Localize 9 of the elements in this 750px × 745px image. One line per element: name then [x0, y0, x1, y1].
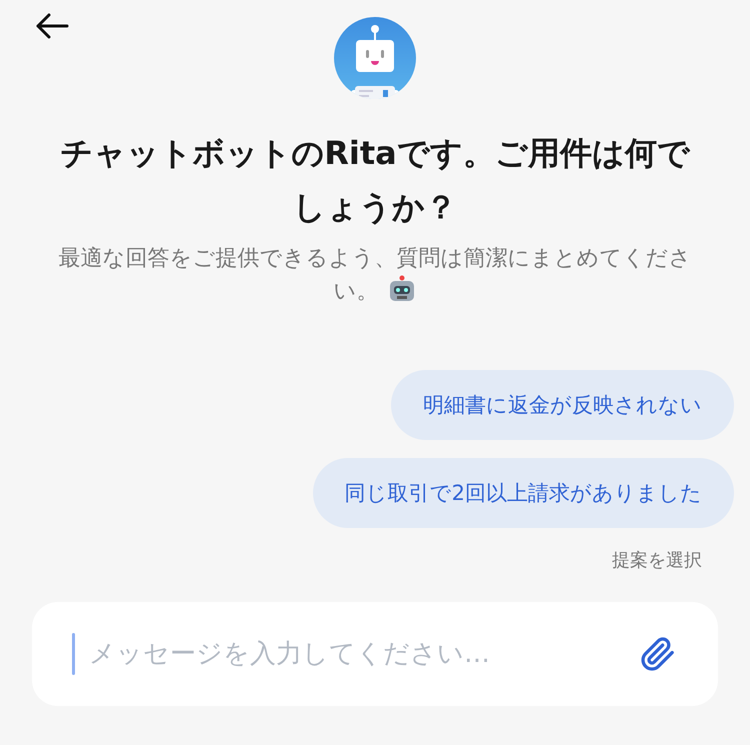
suggestions-hint: 提案を選択	[612, 549, 702, 572]
back-arrow-icon	[35, 13, 69, 39]
paperclip-icon	[640, 636, 676, 672]
message-input-field[interactable]: メッセージを入力してください…	[87, 638, 626, 670]
chatbot-greeting-title: チャットボットのRitaです。ご用件は何でしょうか？	[59, 133, 692, 228]
chatbot-instructions-text: 最適な回答をご提供できるよう、質問は簡潔にまとめてください。	[58, 245, 692, 306]
text-cursor	[72, 633, 75, 675]
suggestion-chip[interactable]: 明細書に返金が反映されない	[391, 370, 734, 440]
suggestion-chip[interactable]: 同じ取引で2回以上請求がありました	[312, 458, 734, 528]
